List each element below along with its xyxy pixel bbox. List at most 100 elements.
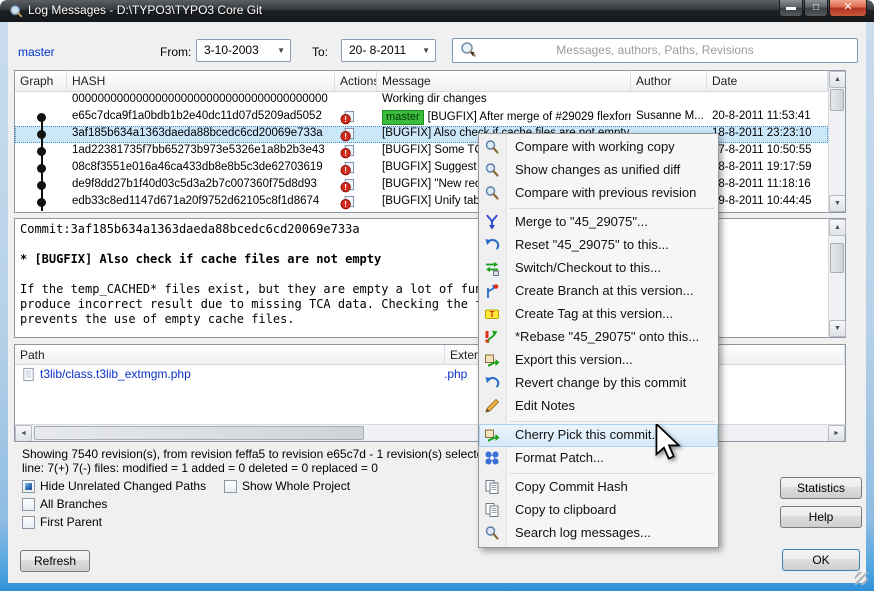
switch-icon (484, 260, 500, 276)
message-cell: master[BUGFIX] After merge of #29029 fle… (377, 109, 631, 126)
menu-item-cherry-pick-this-commit[interactable]: Cherry Pick this commit... (479, 424, 718, 447)
column-header-author[interactable]: Author (631, 71, 707, 91)
menu-item-edit-notes[interactable]: Edit Notes (479, 395, 718, 418)
action-modified-icon: ! (340, 178, 355, 193)
scrollbar-thumb[interactable] (34, 426, 364, 440)
menu-item-label: Cherry Pick this commit... (515, 427, 662, 442)
hash-cell: de9f8dd27b1f40d03c5d3a2b7c007360f75d8d93 (67, 177, 335, 194)
scroll-up-icon[interactable]: ▲ (829, 71, 846, 88)
menu-item-label: Create Tag at this version... (515, 306, 673, 321)
menu-item-create-tag-at-this-version[interactable]: T Create Tag at this version... (479, 303, 718, 326)
menu-item-compare-with-previous-revision[interactable]: Compare with previous revision (479, 182, 718, 205)
checkbox-label: Show Whole Project (242, 479, 350, 493)
menu-item-label: Edit Notes (515, 398, 575, 413)
commit-message-panel[interactable]: Commit:3af185b634a1363daeda88bcedc6cd200… (14, 218, 846, 338)
action-modified-icon: ! (340, 110, 355, 125)
checkbox-show-whole-project[interactable]: Show Whole Project (224, 479, 350, 493)
maximize-button[interactable]: □ (804, 0, 828, 17)
menu-item-search-log-messages[interactable]: Search log messages... (479, 522, 718, 545)
action-modified-icon: ! (340, 161, 355, 176)
magnifier-icon (484, 162, 500, 178)
help-button[interactable]: Help (780, 506, 862, 528)
to-date-dropdown[interactable]: 20- 8-2011▼ (341, 39, 436, 62)
checkbox-box[interactable] (22, 480, 35, 493)
title-bar[interactable]: Log Messages - D:\TYPO3\TYPO3 Core Git ▬… (0, 0, 874, 22)
scroll-down-icon[interactable]: ▼ (829, 320, 846, 337)
graph-node-icon (37, 147, 46, 156)
refresh-button[interactable]: Refresh (20, 550, 90, 572)
column-header-message[interactable]: Message (377, 71, 631, 91)
checkbox-box[interactable] (22, 498, 35, 511)
menu-item-label: Compare with working copy (515, 139, 675, 154)
checkbox-box[interactable] (22, 516, 35, 529)
checkbox-box[interactable] (224, 480, 237, 493)
graph-node-icon (37, 130, 46, 139)
path-row[interactable]: t3lib/class.t3lib_extmgm.php.php (15, 365, 845, 383)
scroll-down-icon[interactable]: ▼ (829, 195, 846, 212)
scroll-up-icon[interactable]: ▲ (829, 219, 846, 236)
from-date-dropdown[interactable]: 3-10-2003▼ (196, 39, 291, 62)
scroll-right-icon[interactable]: ► (828, 425, 845, 442)
svg-text:T: T (490, 310, 495, 319)
log-row[interactable]: 0000000000000000000000000000000000000000… (15, 92, 828, 109)
actions-cell: ! (335, 194, 377, 211)
chevron-down-icon: ▼ (422, 41, 430, 61)
menu-item-label: Format Patch... (515, 450, 604, 465)
resize-grip[interactable] (855, 572, 868, 585)
menu-item-merge-to-45-29075[interactable]: Merge to "45_29075"... (479, 211, 718, 234)
menu-item-format-patch[interactable]: Format Patch... (479, 447, 718, 470)
log-row[interactable]: e65c7dca9f1a0bdb1b2e40dc11d07d5209ad5052… (15, 109, 828, 126)
cherry-pick-icon (484, 427, 500, 443)
checkbox-label: First Parent (40, 515, 102, 529)
changed-paths-panel: Path Extension t3lib/class.t3lib_extmgm.… (14, 344, 846, 442)
svg-text:!: ! (344, 200, 347, 209)
path-column-header[interactable]: Path (15, 345, 445, 364)
ok-button[interactable]: OK (782, 549, 860, 571)
revision-list-vscrollbar[interactable]: ▲ ▼ (828, 71, 845, 212)
menu-item-copy-to-clipboard[interactable]: Copy to clipboard (479, 499, 718, 522)
actions-cell: ! (335, 177, 377, 194)
column-header-date[interactable]: Date (707, 71, 828, 91)
chevron-down-icon: ▼ (277, 41, 285, 61)
menu-item-switch-checkout-to-this[interactable]: Switch/Checkout to this... (479, 257, 718, 280)
path-cell: t3lib/class.t3lib_extmgm.php (40, 367, 444, 381)
column-header-graph[interactable]: Graph (15, 71, 67, 91)
menu-item-revert-change-by-this-commit[interactable]: Revert change by this commit (479, 372, 718, 395)
menu-item-create-branch-at-this-version[interactable]: Create Branch at this version... (479, 280, 718, 303)
app-icon (9, 4, 23, 18)
menu-item-label: Revert change by this commit (515, 375, 686, 390)
minimize-button[interactable]: ▬ (779, 0, 803, 17)
column-header-hash[interactable]: HASH (67, 71, 335, 91)
menu-item-show-changes-as-unified-diff[interactable]: Show changes as unified diff (479, 159, 718, 182)
checkbox-all-branches[interactable]: All Branches (22, 497, 107, 511)
column-header-actions[interactable]: Actions (335, 71, 377, 91)
merge-icon (484, 214, 500, 230)
menu-item-reset-45-29075-to-this[interactable]: Reset "45_29075" to this... (479, 234, 718, 257)
branch-link[interactable]: master (18, 45, 55, 59)
branch-icon (484, 283, 500, 299)
actions-cell: ! (335, 143, 377, 160)
scrollbar-thumb[interactable] (830, 89, 844, 111)
close-button[interactable]: ✕ (829, 0, 867, 17)
statistics-button[interactable]: Statistics (780, 477, 862, 499)
commit-panel-vscrollbar[interactable]: ▲ ▼ (828, 219, 845, 337)
menu-item-copy-commit-hash[interactable]: Copy Commit Hash (479, 476, 718, 499)
menu-item-label: Copy Commit Hash (515, 479, 628, 494)
menu-item-label: Switch/Checkout to this... (515, 260, 661, 275)
scroll-left-icon[interactable]: ◄ (15, 425, 32, 442)
paths-hscrollbar[interactable]: ◄ ► (15, 424, 845, 441)
actions-cell: ! (335, 160, 377, 177)
menu-item-compare-with-working-copy[interactable]: Compare with working copy (479, 136, 718, 159)
scrollbar-thumb[interactable] (830, 243, 844, 273)
checkbox-hide-unrelated-changed-paths[interactable]: Hide Unrelated Changed Paths (22, 479, 206, 493)
checkbox-first-parent[interactable]: First Parent (22, 515, 102, 529)
menu-item-rebase-45-29075-onto-this[interactable]: *Rebase "45_29075" onto this... (479, 326, 718, 349)
date-cell (707, 92, 828, 109)
action-modified-icon: ! (340, 127, 355, 142)
revision-list-header: GraphHASHActionsMessageAuthorDate (15, 71, 845, 92)
svg-text:!: ! (344, 115, 347, 124)
hash-cell: 1ad22381735f7bb65273b973e5326e1a8b2b3e43 (67, 143, 335, 160)
status-line-1: Showing 7540 revision(s), from revision … (22, 447, 490, 461)
search-input[interactable]: ▼ Messages, authors, Paths, Revisions (452, 38, 858, 63)
menu-item-export-this-version[interactable]: Export this version... (479, 349, 718, 372)
